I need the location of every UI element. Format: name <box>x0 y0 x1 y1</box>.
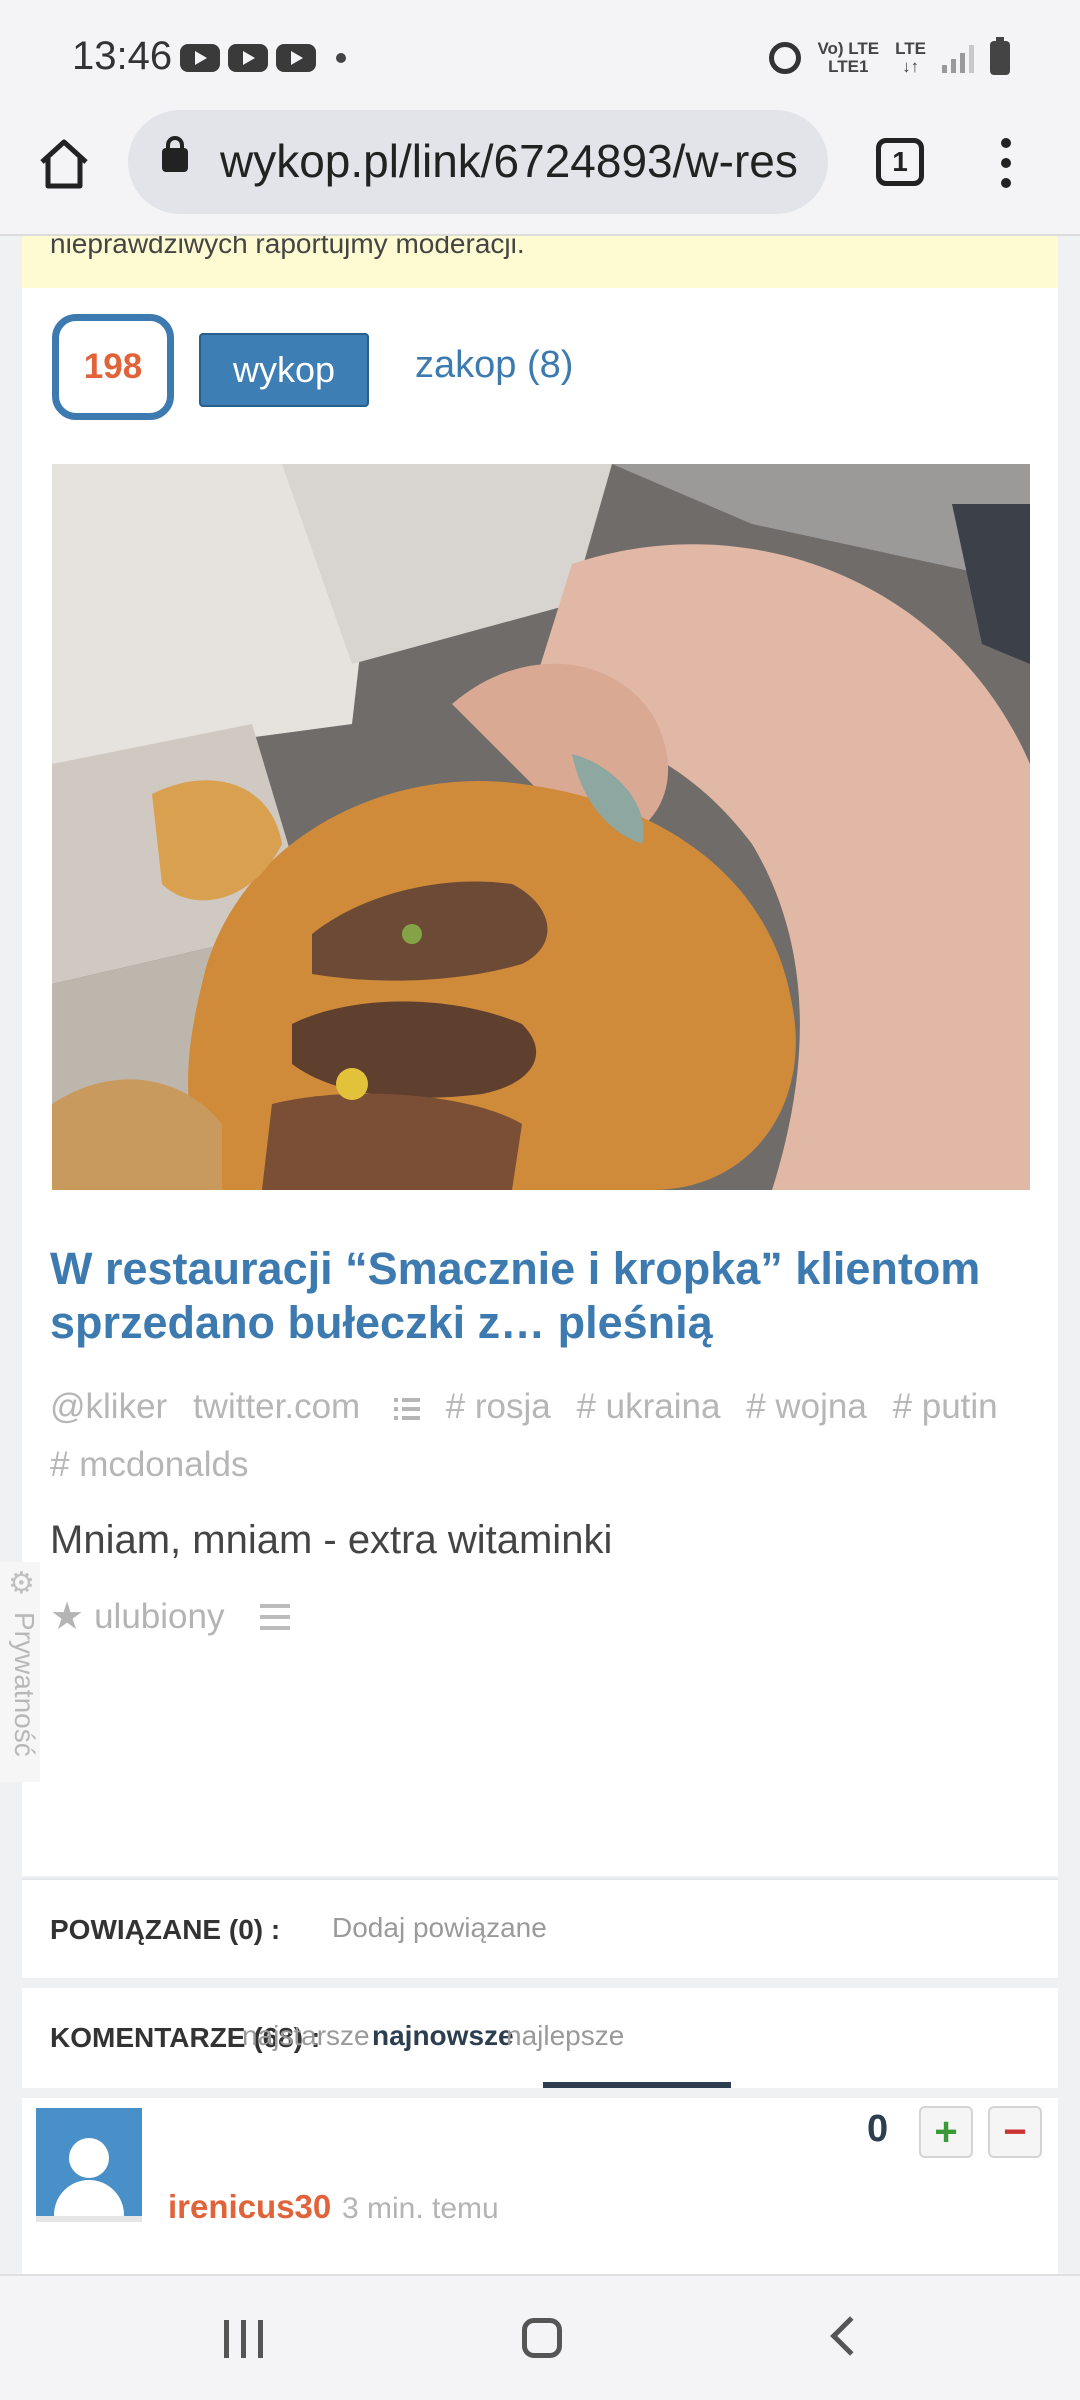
system-navigation-bar <box>0 2274 1080 2400</box>
related-section: POWIĄZANE (0) : Dodaj powiązane <box>22 1878 1058 1978</box>
notice-text: nieprawdziwych raportujmy moderacji. <box>50 236 525 259</box>
avatar[interactable] <box>36 2108 142 2216</box>
moderation-notice: nieprawdziwych raportujmy moderacji. <box>22 236 1058 288</box>
signal-strength-icon <box>942 43 974 73</box>
gear-icon: ⚙ <box>8 1567 35 1600</box>
downvote-button[interactable]: − <box>988 2106 1042 2158</box>
recent-apps-icon[interactable] <box>224 2320 263 2358</box>
zakop-link[interactable]: zakop (8) <box>415 344 573 387</box>
link-title[interactable]: W restauracji “Smacznie i kropka” klient… <box>50 1242 1030 1350</box>
link-thumbnail[interactable] <box>52 464 1030 1190</box>
home-icon[interactable] <box>34 134 94 194</box>
status-time: 13:46 <box>72 34 173 78</box>
home-button-icon[interactable] <box>522 2318 562 2358</box>
comment-time: 3 min. temu <box>342 2192 499 2225</box>
comments-header: KOMENTARZE (68) : najstarsze najnowsze n… <box>22 1988 1058 2088</box>
upvote-button[interactable]: + <box>919 2106 973 2158</box>
youtube-icon <box>180 44 220 72</box>
address-bar[interactable]: wykop.pl/link/6724893/w-res <box>128 110 828 214</box>
tag-putin[interactable]: # putin <box>893 1387 998 1426</box>
more-notifications-dot-icon <box>336 53 346 63</box>
page-content: nieprawdziwych raportujmy moderacji. 198… <box>0 236 1080 2274</box>
burger-photo-image <box>52 464 1030 1190</box>
browser-toolbar: wykop.pl/link/6724893/w-res 1 <box>0 110 1080 236</box>
comment-score: 0 <box>867 2108 889 2150</box>
tab-best[interactable]: najlepsze <box>506 2020 624 2052</box>
status-bar: 13:46 Vo) LTE LTE1 LTE ↓↑ <box>0 0 1080 110</box>
data-arrows-icon: ↓↑ <box>902 57 920 76</box>
avatar-gender-strip <box>36 2216 142 2222</box>
tag-rosja[interactable]: # rosja <box>446 1387 551 1426</box>
active-tab-indicator <box>543 2082 731 2088</box>
tab-oldest[interactable]: najstarsze <box>242 2020 370 2052</box>
youtube-icon <box>228 44 268 72</box>
lte1-label: LTE1 <box>828 57 869 76</box>
star-icon[interactable]: ★ <box>50 1594 84 1639</box>
tag-mcdonalds[interactable]: # mcdonalds <box>50 1445 248 1484</box>
link-card: nieprawdziwych raportujmy moderacji. 198… <box>22 236 1058 1876</box>
tab-newest[interactable]: najnowsze <box>372 2020 514 2052</box>
lte-label: LTE <box>895 39 926 58</box>
more-options-icon[interactable] <box>260 1603 291 1630</box>
tag-wojna[interactable]: # wojna <box>746 1387 867 1426</box>
overflow-menu-icon[interactable] <box>996 138 1016 188</box>
privacy-tab-label[interactable]: Prywatność <box>8 1612 40 1757</box>
status-indicators: Vo) LTE LTE1 LTE ↓↑ <box>769 37 1010 76</box>
related-label: POWIĄZANE (0) : <box>50 1914 281 1945</box>
link-actions: ★ ulubiony <box>50 1594 291 1639</box>
lock-icon <box>162 136 188 172</box>
tab-switcher-button[interactable]: 1 <box>876 138 924 186</box>
battery-icon <box>990 37 1010 75</box>
notification-icons <box>180 44 346 72</box>
comment-username[interactable]: irenicus30 <box>168 2188 331 2226</box>
tag-ukraina[interactable]: # ukraina <box>576 1387 720 1426</box>
source-link[interactable]: twitter.com <box>193 1387 360 1426</box>
network-volte-indicator: Vo) LTE LTE1 <box>817 40 879 76</box>
favorite-label[interactable]: ulubiony <box>94 1597 224 1637</box>
alarm-icon <box>769 42 802 74</box>
volte-label: Vo) LTE <box>817 39 880 58</box>
vote-count: 198 <box>52 314 174 420</box>
add-related-link[interactable]: Dodaj powiązane <box>332 1912 547 1944</box>
lte-indicator: LTE ↓↑ <box>895 40 926 76</box>
link-meta: @kliker twitter.com # rosja # ukraina # … <box>50 1378 1040 1494</box>
url-text: wykop.pl/link/6724893/w-res <box>220 135 798 187</box>
link-description: Mniam, mniam - extra witaminki <box>50 1518 613 1562</box>
screen: 13:46 Vo) LTE LTE1 LTE ↓↑ wykop.pl/link/… <box>0 0 1080 2400</box>
comment-item: 0 + − irenicus30 3 min. temu <box>22 2098 1058 2274</box>
author-link[interactable]: @kliker <box>50 1387 167 1426</box>
back-icon[interactable] <box>830 2316 870 2356</box>
youtube-icon <box>276 44 316 72</box>
tags-list-icon <box>393 1397 420 1420</box>
wykop-button[interactable]: wykop <box>199 333 369 407</box>
